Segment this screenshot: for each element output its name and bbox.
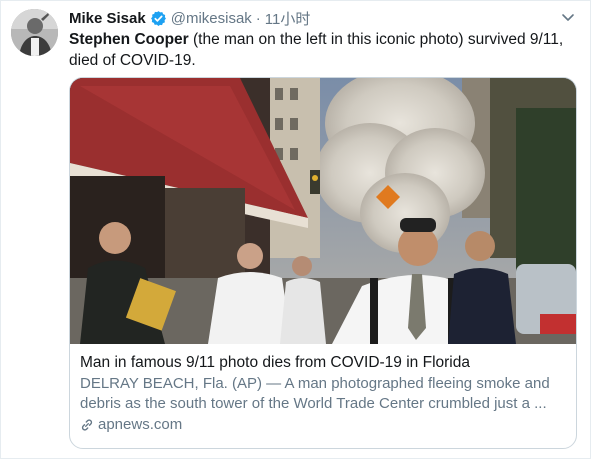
separator-dot: ·: [255, 9, 261, 27]
chevron-down-icon[interactable]: [560, 9, 576, 25]
tweet[interactable]: Mike Sisak @mikesisak · 11小时 Stephen Coo…: [0, 0, 591, 459]
card-body: Man in famous 9/11 photo dies from COVID…: [70, 344, 576, 433]
card-domain-text: apnews.com: [98, 416, 183, 433]
tweet-header: Mike Sisak @mikesisak · 11小时: [69, 7, 310, 29]
card-photo: [70, 78, 576, 344]
avatar-photo: [11, 9, 58, 56]
timestamp[interactable]: 11小时: [265, 8, 311, 29]
display-name[interactable]: Mike Sisak: [69, 10, 146, 27]
card-description: DELRAY BEACH, Fla. (AP) — A man photogra…: [80, 375, 550, 412]
avatar[interactable]: [11, 9, 58, 56]
card-domain[interactable]: apnews.com: [80, 416, 566, 433]
tweet-text: Stephen Cooper (the man on the left in t…: [69, 29, 581, 71]
verified-badge-icon: [150, 10, 167, 27]
link-icon: [80, 418, 94, 432]
mentioned-name: Stephen Cooper: [69, 31, 189, 48]
card-title[interactable]: Man in famous 9/11 photo dies from COVID…: [80, 352, 566, 373]
user-handle[interactable]: @mikesisak: [171, 10, 252, 27]
link-preview-card[interactable]: Man in famous 9/11 photo dies from COVID…: [69, 77, 577, 449]
